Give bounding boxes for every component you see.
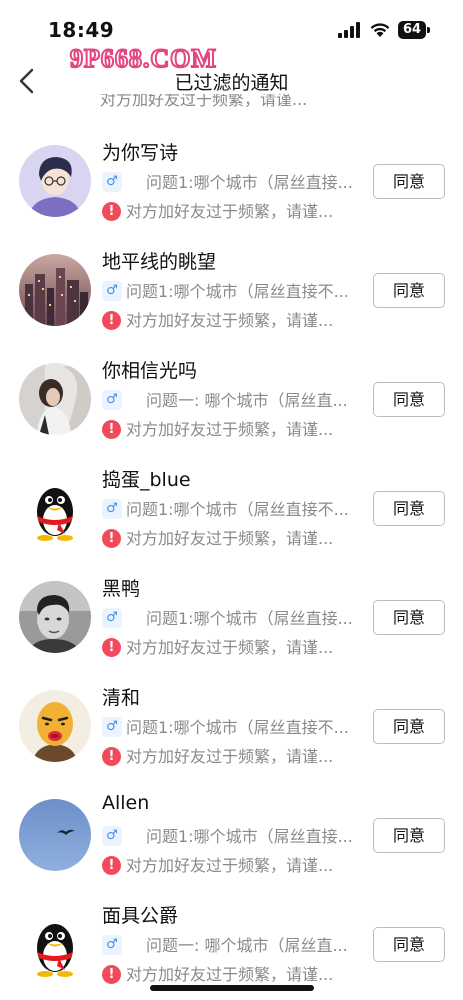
question-text: 问题1:哪个城市（屌丝直接... bbox=[146, 609, 353, 628]
agree-button[interactable]: 同意 bbox=[373, 709, 445, 744]
question-row: ♂ 问题1:哪个城市（屌丝直接不... bbox=[102, 281, 358, 303]
warning-icon: ! bbox=[102, 638, 121, 657]
male-icon: ♂ bbox=[102, 172, 122, 192]
agree-button[interactable]: 同意 bbox=[373, 382, 445, 417]
male-icon: ♂ bbox=[102, 281, 122, 301]
question-row: ♂ 问题一: 哪个城市（屌丝直... bbox=[102, 935, 358, 957]
list-item[interactable]: 为你写诗 ♂ 问题1:哪个城市（屌丝直接... ! 对方加好友过于频繁，请谨..… bbox=[0, 128, 463, 237]
warning-icon: ! bbox=[102, 965, 121, 984]
agree-button[interactable]: 同意 bbox=[373, 491, 445, 526]
list-item[interactable]: 地平线的眺望 ♂ 问题1:哪个城市（屌丝直接不... ! 对方加好友过于频繁，请… bbox=[0, 237, 463, 346]
male-icon: ♂ bbox=[102, 935, 122, 955]
avatar[interactable] bbox=[19, 581, 91, 653]
avatar[interactable] bbox=[19, 799, 91, 871]
warning-text: 对方加好友过于频繁，请谨... bbox=[126, 311, 334, 330]
warning-row: ! 对方加好友过于频繁，请谨... bbox=[102, 855, 358, 877]
warning-text: 对方加好友过于频繁，请谨... bbox=[126, 638, 334, 657]
warning-row: ! 对方加好友过于频繁，请谨... bbox=[102, 637, 358, 659]
contact-name: 清和 bbox=[102, 687, 141, 709]
warning-text: 对方加好友过于频繁，请谨... bbox=[126, 747, 334, 766]
agree-button[interactable]: 同意 bbox=[373, 818, 445, 853]
warning-icon: ! bbox=[102, 420, 121, 439]
warning-row: ! 对方加好友过于频繁，请谨... bbox=[102, 964, 358, 986]
avatar[interactable] bbox=[19, 254, 91, 326]
avatar[interactable] bbox=[19, 690, 91, 762]
warning-icon: ! bbox=[102, 529, 121, 548]
male-icon: ♂ bbox=[102, 717, 122, 737]
partial-list-item: 对方加好友过于频繁，请谨... bbox=[100, 94, 360, 114]
question-row: ♂ 问题1:哪个城市（屌丝直接不... bbox=[102, 717, 358, 739]
warning-icon: ! bbox=[102, 747, 121, 766]
avatar[interactable] bbox=[19, 363, 91, 435]
contact-name: 为你写诗 bbox=[102, 142, 179, 164]
contact-name: 面具公爵 bbox=[102, 905, 179, 927]
male-icon: ♂ bbox=[102, 499, 122, 519]
warning-row: ! 对方加好友过于频繁，请谨... bbox=[102, 419, 358, 441]
warning-row: ! 对方加好友过于频繁，请谨... bbox=[102, 746, 358, 768]
question-text: 问题1:哪个城市（屌丝直接不... bbox=[126, 718, 349, 737]
avatar[interactable] bbox=[19, 908, 91, 980]
list-item[interactable]: 你相信光吗 ♂ 问题一: 哪个城市（屌丝直... ! 对方加好友过于频繁，请谨.… bbox=[0, 346, 463, 455]
question-text: 问题1:哪个城市（屌丝直接... bbox=[146, 827, 353, 846]
list-item[interactable]: 面具公爵 ♂ 问题一: 哪个城市（屌丝直... ! 对方加好友过于频繁，请谨..… bbox=[0, 891, 463, 1000]
watermark: 9P668.COM bbox=[69, 43, 217, 74]
question-text: 问题1:哪个城市（屌丝直接... bbox=[146, 173, 353, 192]
avatar[interactable] bbox=[19, 472, 91, 544]
warning-text: 对方加好友过于频繁，请谨... bbox=[126, 529, 334, 548]
wifi-icon bbox=[370, 23, 390, 37]
warning-row: ! 对方加好友过于频繁，请谨... bbox=[102, 201, 358, 223]
warning-text: 对方加好友过于频繁，请谨... bbox=[126, 202, 334, 221]
list-item[interactable]: 黑鸭 ♂ 问题1:哪个城市（屌丝直接... ! 对方加好友过于频繁，请谨... … bbox=[0, 564, 463, 673]
question-text: 问题一: 哪个城市（屌丝直... bbox=[146, 936, 348, 955]
male-icon: ♂ bbox=[102, 826, 122, 846]
avatar[interactable] bbox=[19, 145, 91, 217]
warning-text: 对方加好友过于频繁，请谨... bbox=[126, 420, 334, 439]
warning-icon: ! bbox=[102, 311, 121, 330]
agree-button[interactable]: 同意 bbox=[373, 164, 445, 199]
list-item[interactable]: 清和 ♂ 问题1:哪个城市（屌丝直接不... ! 对方加好友过于频繁，请谨...… bbox=[0, 673, 463, 782]
warning-row: ! 对方加好友过于频繁，请谨... bbox=[102, 528, 358, 550]
question-row: ♂ 问题1:哪个城市（屌丝直接不... bbox=[102, 499, 358, 521]
question-row: ♂ 问题1:哪个城市（屌丝直接... bbox=[102, 608, 358, 630]
question-text: 问题1:哪个城市（屌丝直接不... bbox=[126, 500, 349, 519]
warning-icon: ! bbox=[102, 202, 121, 221]
question-text: 问题1:哪个城市（屌丝直接不... bbox=[126, 282, 349, 301]
warning-text: 对方加好友过于频繁，请谨... bbox=[126, 965, 334, 984]
agree-button[interactable]: 同意 bbox=[373, 273, 445, 308]
question-row: ♂ 问题1:哪个城市（屌丝直接... bbox=[102, 826, 358, 848]
battery-icon: 64 bbox=[398, 21, 430, 39]
status-time: 18:49 bbox=[48, 18, 115, 42]
question-row: ♂ 问题一: 哪个城市（屌丝直... bbox=[102, 390, 358, 412]
contact-name: 你相信光吗 bbox=[102, 360, 198, 382]
partial-warning-text: 对方加好友过于频繁，请谨... bbox=[100, 94, 308, 109]
battery-level: 64 bbox=[398, 21, 426, 39]
list-item[interactable]: Allen ♂ 问题1:哪个城市（屌丝直接... ! 对方加好友过于频繁，请谨.… bbox=[0, 782, 463, 891]
contact-name: 地平线的眺望 bbox=[102, 251, 217, 273]
agree-button[interactable]: 同意 bbox=[373, 927, 445, 962]
contact-name: 黑鸭 bbox=[102, 578, 141, 600]
warning-text: 对方加好友过于频繁，请谨... bbox=[126, 856, 334, 875]
contact-name: 捣蛋_blue bbox=[102, 469, 191, 491]
agree-button[interactable]: 同意 bbox=[373, 600, 445, 635]
list-item[interactable]: 捣蛋_blue ♂ 问题1:哪个城市（屌丝直接不... ! 对方加好友过于频繁，… bbox=[0, 455, 463, 564]
male-icon: ♂ bbox=[102, 608, 122, 628]
warning-row: ! 对方加好友过于频繁，请谨... bbox=[102, 310, 358, 332]
question-text: 问题一: 哪个城市（屌丝直... bbox=[146, 391, 348, 410]
home-indicator[interactable] bbox=[150, 985, 314, 991]
male-icon: ♂ bbox=[102, 390, 122, 410]
contact-name: Allen bbox=[102, 792, 150, 814]
question-row: ♂ 问题1:哪个城市（屌丝直接... bbox=[102, 172, 358, 194]
warning-icon: ! bbox=[102, 856, 121, 875]
cellular-signal-icon bbox=[338, 22, 360, 38]
